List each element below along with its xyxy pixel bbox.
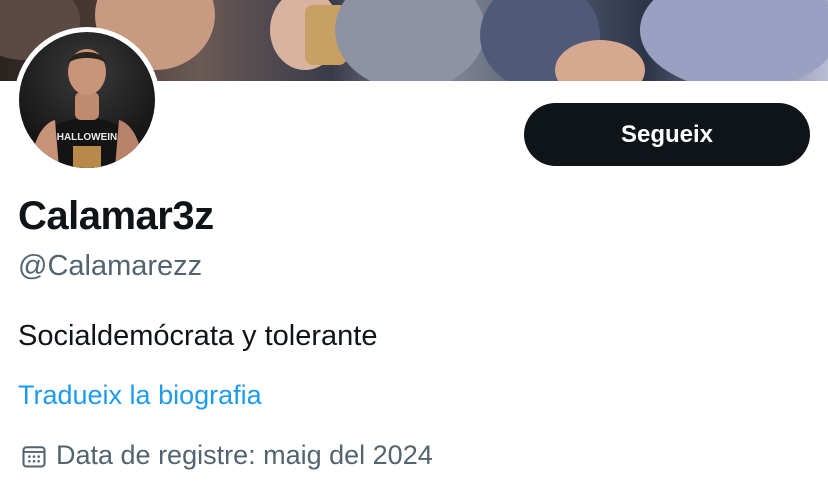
calendar-icon (20, 442, 48, 470)
avatar-shirt-text: HALLOWEIN (57, 132, 118, 143)
user-handle: @Calamarezz (18, 250, 203, 282)
translate-bio-link[interactable]: Tradueix la biografia (18, 380, 262, 411)
bio-text: Socialdemócrata y tolerante (18, 320, 378, 352)
display-name: Calamar3z (18, 194, 214, 238)
profile-page: HALLOWEIN Segueix Calamar3z @Calamarezz … (0, 0, 828, 499)
joined-date: Data de registre: maig del 2024 (20, 440, 433, 471)
avatar[interactable]: HALLOWEIN (14, 27, 160, 173)
avatar-image: HALLOWEIN (19, 32, 155, 168)
joined-date-text: Data de registre: maig del 2024 (56, 440, 433, 470)
follow-button[interactable]: Segueix (524, 103, 810, 166)
